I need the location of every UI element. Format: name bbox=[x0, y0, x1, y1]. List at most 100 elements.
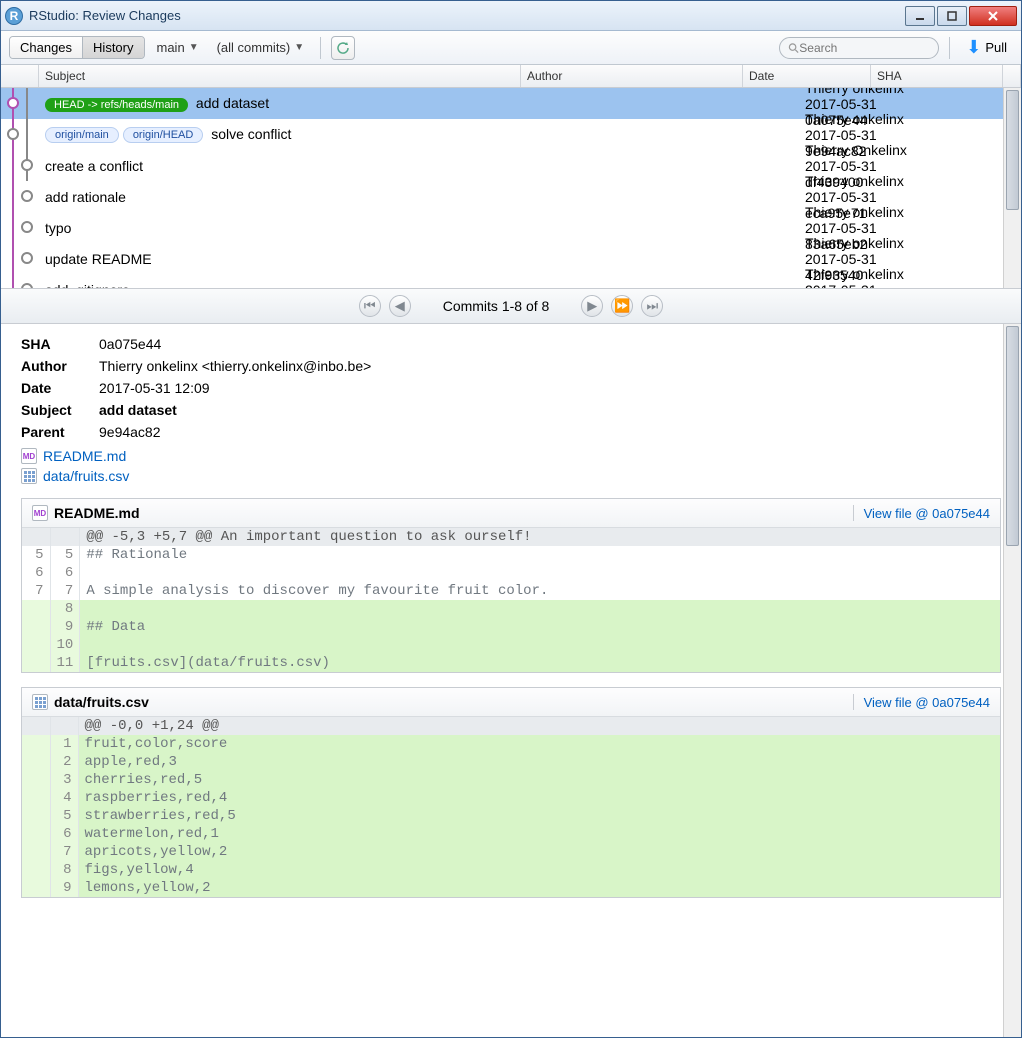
diff-hunk: @@ -0,0 +1,24 @@ bbox=[78, 717, 1000, 735]
line-num-new: 8 bbox=[50, 600, 80, 618]
file-name: README.md bbox=[43, 448, 126, 464]
titlebar[interactable]: R RStudio: Review Changes bbox=[1, 1, 1021, 31]
graph-cell bbox=[1, 88, 39, 119]
view-file-link[interactable]: View file @ 0a075e44 bbox=[864, 695, 990, 710]
diff-table: @@ -0,0 +1,24 @@1fruit,color,score2apple… bbox=[22, 717, 1000, 897]
pager-next[interactable]: ▶ bbox=[581, 295, 603, 317]
pull-button[interactable]: ⬇ Pull bbox=[960, 35, 1013, 60]
diff-line: ## Rationale bbox=[80, 546, 1000, 564]
line-num-new: 7 bbox=[50, 843, 78, 861]
graph-cell bbox=[1, 150, 39, 181]
changes-tab[interactable]: Changes bbox=[10, 37, 83, 58]
line-num-new: 7 bbox=[50, 582, 80, 600]
commit-subject: create a conflict bbox=[39, 158, 799, 174]
close-button[interactable] bbox=[969, 6, 1017, 26]
filter-dropdown[interactable]: (all commits)▼ bbox=[211, 38, 311, 57]
pager-first[interactable]: ⏮ bbox=[359, 295, 381, 317]
changed-files: MD README.md data/fruits.csv bbox=[21, 448, 1001, 484]
history-header: Subject Author Date SHA bbox=[1, 65, 1021, 88]
minimize-button[interactable] bbox=[905, 6, 935, 26]
line-num-new: 6 bbox=[50, 564, 80, 582]
col-sha[interactable]: SHA bbox=[871, 65, 1003, 87]
search-input[interactable] bbox=[799, 41, 930, 55]
line-num-old: 7 bbox=[22, 582, 50, 600]
filter-label: (all commits) bbox=[217, 40, 291, 55]
line-num-new: 3 bbox=[50, 771, 78, 789]
line-num-new: 1 bbox=[50, 735, 78, 753]
pager-prev[interactable]: ◀ bbox=[389, 295, 411, 317]
rstudio-icon: R bbox=[5, 7, 23, 25]
line-num-old bbox=[22, 789, 50, 807]
diff-table: @@ -5,3 +5,7 @@ An important question to… bbox=[22, 528, 1000, 672]
parent-label: Parent bbox=[21, 424, 99, 440]
date-value: 2017-05-31 12:09 bbox=[99, 380, 210, 396]
col-date[interactable]: Date bbox=[743, 65, 871, 87]
pager: ⏮ ◀ Commits 1-8 of 8 ▶ ⏩ ⏭ bbox=[1, 288, 1021, 324]
commit-row[interactable]: add .gitignore Thierry onkelinx 2017-05-… bbox=[1, 274, 1021, 288]
diff-line: watermelon,red,1 bbox=[78, 825, 1000, 843]
branch-dropdown[interactable]: main ▼ bbox=[151, 38, 205, 57]
chevron-down-icon: ▼ bbox=[294, 42, 304, 53]
commit-subject: add rationale bbox=[39, 189, 799, 205]
refresh-button[interactable] bbox=[331, 36, 355, 60]
chevron-down-icon: ▼ bbox=[189, 42, 199, 53]
diff-block: data/fruits.csv View file @ 0a075e44 @@ … bbox=[21, 687, 1001, 898]
line-num-new: 5 bbox=[50, 546, 80, 564]
col-subject[interactable]: Subject bbox=[39, 65, 521, 87]
diff-line: [fruits.csv](data/fruits.csv) bbox=[80, 654, 1000, 672]
diff-line: ## Data bbox=[80, 618, 1000, 636]
commit-subject: update README bbox=[39, 251, 799, 267]
toolbar-divider bbox=[320, 37, 321, 59]
window-buttons bbox=[905, 6, 1017, 26]
diff-line: apricots,yellow,2 bbox=[78, 843, 1000, 861]
csv-file-icon bbox=[32, 694, 48, 710]
toolbar: Changes History main▼ (all commits)▼ ⬇ P… bbox=[1, 31, 1021, 65]
rstudio-review-changes-window: R RStudio: Review Changes Changes Histor… bbox=[0, 0, 1022, 1038]
maximize-button[interactable] bbox=[937, 6, 967, 26]
diff-line: raspberries,red,4 bbox=[78, 789, 1000, 807]
graph-cell bbox=[1, 243, 39, 274]
history-rows: HEAD -> refs/heads/main add dataset Thie… bbox=[1, 88, 1021, 288]
line-num-old bbox=[22, 843, 50, 861]
author-value: Thierry onkelinx <thierry.onkelinx@inbo.… bbox=[99, 358, 371, 374]
subject-value: add dataset bbox=[99, 402, 177, 418]
commit-subject: typo bbox=[39, 220, 799, 236]
line-num-new: 10 bbox=[50, 636, 80, 654]
commit-details: SHA0a075e44 AuthorThierry onkelinx <thie… bbox=[1, 324, 1021, 1037]
commit-subject: add .gitignore bbox=[39, 282, 799, 289]
line-num-old bbox=[22, 879, 50, 897]
pager-fwd[interactable]: ⏩ bbox=[611, 295, 633, 317]
commit-subject: HEAD -> refs/heads/main add dataset bbox=[39, 95, 799, 111]
view-segmented: Changes History bbox=[9, 36, 145, 59]
scrollbar-thumb[interactable] bbox=[1006, 326, 1019, 546]
diff-line: strawberries,red,5 bbox=[78, 807, 1000, 825]
changed-file-link[interactable]: data/fruits.csv bbox=[21, 468, 1001, 484]
line-num-old bbox=[22, 861, 50, 879]
commit-date: 2017-05-31 bbox=[805, 96, 933, 112]
diff-header: MDREADME.md View file @ 0a075e44 bbox=[22, 499, 1000, 528]
diff-line bbox=[80, 636, 1000, 654]
details-scrollbar[interactable] bbox=[1003, 324, 1021, 1037]
refresh-icon bbox=[336, 41, 350, 55]
branch-label: main bbox=[157, 40, 185, 55]
line-num-new: 11 bbox=[50, 654, 80, 672]
history-tab[interactable]: History bbox=[83, 37, 143, 58]
pager-last[interactable]: ⏭ bbox=[641, 295, 663, 317]
changed-file-link[interactable]: MD README.md bbox=[21, 448, 1001, 464]
commit-date: 2017-05-31 bbox=[805, 220, 933, 236]
diff-block: MDREADME.md View file @ 0a075e44 @@ -5,3… bbox=[21, 498, 1001, 673]
commit-date: 2017-05-31 bbox=[805, 251, 933, 267]
line-num-new: 9 bbox=[50, 879, 78, 897]
pull-label: Pull bbox=[985, 40, 1007, 55]
line-num-old bbox=[22, 771, 50, 789]
commit-date: 2017-05-31 bbox=[805, 158, 933, 174]
col-author[interactable]: Author bbox=[521, 65, 743, 87]
line-num-old bbox=[22, 600, 50, 618]
history-scrollbar[interactable] bbox=[1003, 88, 1021, 288]
search-box[interactable] bbox=[779, 37, 939, 59]
sha-label: SHA bbox=[21, 336, 99, 352]
window-title: RStudio: Review Changes bbox=[29, 8, 905, 23]
view-file-link[interactable]: View file @ 0a075e44 bbox=[864, 506, 990, 521]
graph-cell bbox=[1, 181, 39, 212]
scrollbar-thumb[interactable] bbox=[1006, 90, 1019, 210]
